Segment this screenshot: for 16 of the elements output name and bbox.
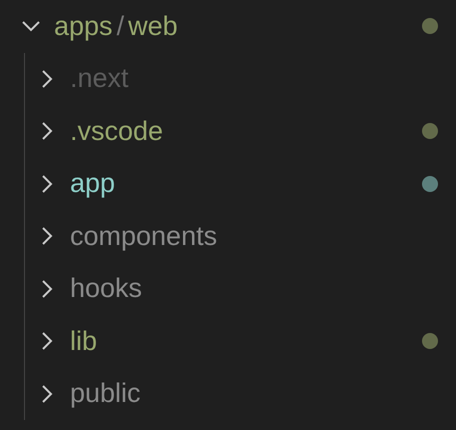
- folder-name[interactable]: components: [70, 220, 218, 252]
- folder-name[interactable]: apps: [54, 10, 113, 42]
- folder-name[interactable]: public: [70, 378, 141, 410]
- folder-row[interactable]: lib: [0, 315, 456, 368]
- folder-row[interactable]: .vscode: [0, 105, 456, 158]
- folder-row[interactable]: components: [0, 210, 456, 262]
- folder-name[interactable]: app: [70, 168, 116, 200]
- folder-row[interactable]: public: [0, 368, 456, 420]
- folder-name[interactable]: lib: [70, 326, 98, 357]
- folder-row[interactable]: app: [0, 158, 456, 210]
- folder-name[interactable]: web: [128, 10, 178, 42]
- folder-name[interactable]: hooks: [70, 273, 142, 304]
- folder-row[interactable]: apps/web: [0, 0, 456, 52]
- folder-name[interactable]: .vscode: [70, 116, 164, 147]
- folder-row[interactable]: hooks: [0, 262, 456, 315]
- path-separator: /: [116, 10, 124, 42]
